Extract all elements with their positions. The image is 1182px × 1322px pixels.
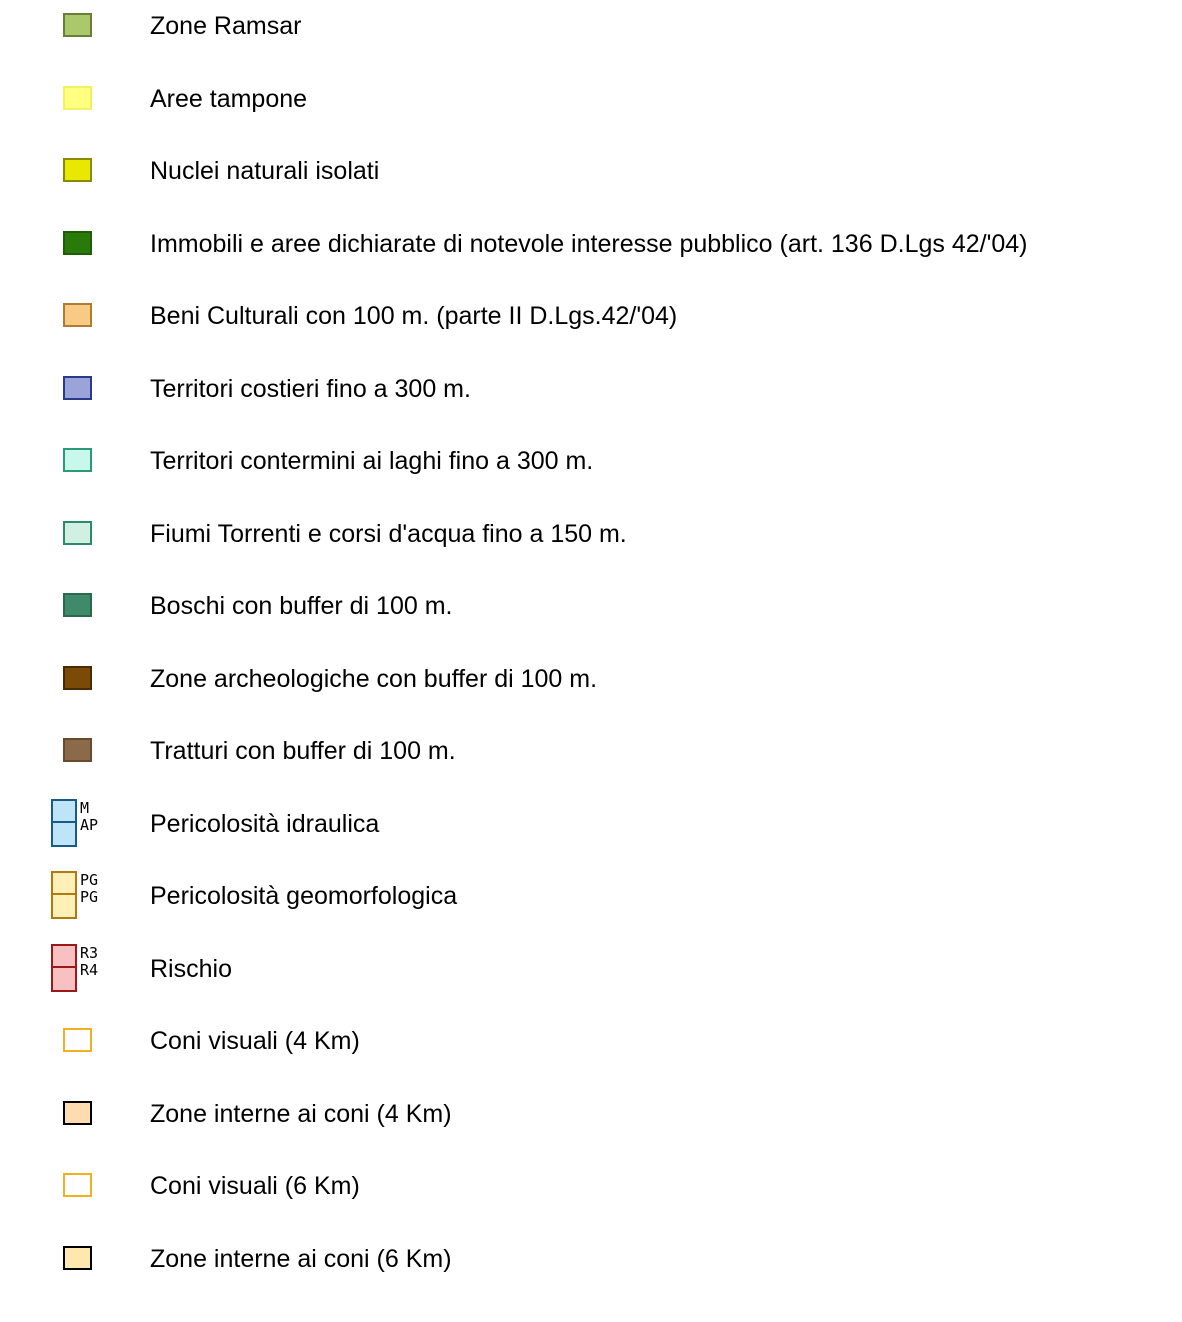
legend-item-label: Territori contermini ai laghi fino a 300… [150,447,594,475]
legend-item-label: Immobili e aree dichiarate di notevole i… [150,230,1028,258]
legend-item: Fiumi Torrenti e corsi d'acqua fino a 15… [0,509,1182,559]
legend-item: Coni visuali (6 Km) [0,1161,1182,1211]
peach-square [63,1101,92,1125]
orange-square [63,303,92,327]
swatch-top-half [53,946,75,968]
swatch-code-labels: M AP [80,800,98,834]
legend-item: Aree tampone [0,74,1182,124]
risk-split-icon [51,944,77,992]
legend-item: Zone interne ai coni (4 Km) [0,1089,1182,1139]
legend-item-label: Pericolosità geomorfologica [150,882,458,910]
legend-item: Territori costieri fino a 300 m. [0,364,1182,414]
legend-item: Zone archeologiche con buffer di 100 m. [0,654,1182,704]
legend-item: M AP Pericolosità idraulica [0,799,1182,849]
green-square [63,13,92,37]
swatch-code: PG [80,888,98,906]
legend-item: Nuclei naturali isolati [0,146,1182,196]
swatch-code: R4 [80,961,98,979]
geomorphological-hazard-split-icon [51,871,77,919]
legend-item-label: Fiumi Torrenti e corsi d'acqua fino a 15… [150,520,627,548]
aqua-square [63,448,92,472]
legend-item: Beni Culturali con 100 m. (parte II D.Lg… [0,291,1182,341]
legend-item-label: Coni visuali (6 Km) [150,1172,360,1200]
swatch-bottom-half [53,966,75,990]
swatch-code-labels: PG PG [80,872,98,906]
blue-square [63,376,92,400]
legend-item-label: Rischio [150,955,232,983]
swatch-bottom-half [53,893,75,917]
legend-item: Zone interne ai coni (6 Km) [0,1234,1182,1284]
light-yellow-square [63,86,92,110]
hydraulic-hazard-split-icon [51,799,77,847]
legend-item-label: Boschi con buffer di 100 m. [150,592,453,620]
legend-item: Zone Ramsar [0,1,1182,51]
legend-item-label: Beni Culturali con 100 m. (parte II D.Lg… [150,302,678,330]
taupe-square [63,738,92,762]
legend-item: Territori contermini ai laghi fino a 300… [0,436,1182,486]
pale-aqua-square [63,521,92,545]
legend-item: Boschi con buffer di 100 m. [0,581,1182,631]
map-legend: Zone Ramsar Aree tampone Nuclei naturali i… [0,0,1182,1322]
outline-orange-square [63,1173,92,1197]
swatch-code: PG [80,872,98,889]
swatch-code: M [80,800,90,817]
dark-green-square [63,231,92,255]
legend-item: PG PG Pericolosità geomorfologica [0,871,1182,921]
swatch-code-labels: R3 R4 [80,945,98,979]
legend-item-label: Territori costieri fino a 300 m. [150,375,471,403]
legend-item-label: Zone archeologiche con buffer di 100 m. [150,665,598,693]
legend-item-label: Zone Ramsar [150,12,302,40]
swatch-top-half [53,801,75,823]
legend-item-label: Zone interne ai coni (4 Km) [150,1100,452,1128]
legend-item: Immobili e aree dichiarate di notevole i… [0,219,1182,269]
swatch-code: R3 [80,945,98,962]
legend-item-label: Zone interne ai coni (6 Km) [150,1245,452,1273]
legend-item: Tratturi con buffer di 100 m. [0,726,1182,776]
outline-orange-square [63,1028,92,1052]
legend-item: Coni visuali (4 Km) [0,1016,1182,1066]
light-peach-square [63,1246,92,1270]
swatch-top-half [53,873,75,895]
legend-item-label: Nuclei naturali isolati [150,157,380,185]
legend-item: R3 R4 Rischio [0,944,1182,994]
legend-item-label: Tratturi con buffer di 100 m. [150,737,456,765]
swatch-bottom-half [53,821,75,845]
brown-square [63,666,92,690]
yellow-square [63,158,92,182]
legend-item-label: Pericolosità idraulica [150,810,380,838]
legend-item-label: Aree tampone [150,85,308,113]
teal-square [63,593,92,617]
legend-item-label: Coni visuali (4 Km) [150,1027,360,1055]
swatch-code: AP [80,816,98,834]
